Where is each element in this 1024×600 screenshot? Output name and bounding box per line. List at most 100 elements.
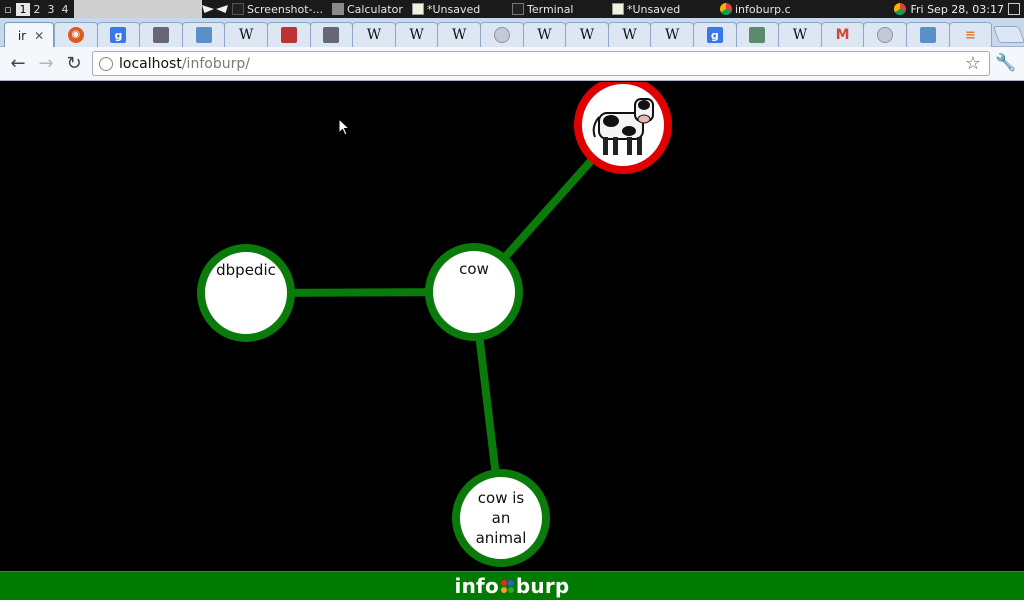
image-icon <box>195 27 212 43</box>
text-editor-icon <box>412 3 424 15</box>
tab-title: ir <box>17 28 27 43</box>
screenshot-icon <box>232 3 244 15</box>
back-arrow-icon[interactable]: ← <box>4 50 32 78</box>
google-icon: g <box>110 27 127 43</box>
browser-tab[interactable]: W <box>437 22 481 47</box>
workspace-2[interactable]: 2 <box>30 3 44 16</box>
chrome-icon <box>720 3 732 15</box>
node-label-cow_is_an_animal: cow is an animal <box>456 488 546 548</box>
taskbar-window-terminal[interactable]: Terminal <box>508 0 608 18</box>
logo-dots-icon <box>500 579 514 593</box>
infoburp-logo: info burp <box>455 574 570 598</box>
wikipedia-icon: W <box>366 27 382 43</box>
wikipedia-icon: W <box>409 27 424 43</box>
reload-icon[interactable]: ↻ <box>60 50 88 78</box>
browser-tab[interactable] <box>735 22 780 47</box>
mouse-cursor-icon <box>338 118 351 136</box>
panel-clock[interactable]: Fri Sep 28, 03:17 <box>894 3 1024 16</box>
infoburp-footer: info burp <box>0 571 1024 600</box>
browser-tab[interactable]: W <box>607 22 652 47</box>
browser-tab[interactable] <box>139 22 183 47</box>
taskbar-window-calculator[interactable]: Calculator <box>328 0 408 18</box>
taskbar-window-label: Calculator <box>347 2 403 16</box>
bookmark-star-icon[interactable]: ☆ <box>965 53 981 74</box>
workspace-4[interactable]: 4 <box>58 3 72 16</box>
browser-tab-strip: ir ✕ ◉ g W W W W W W W Wg W M ≡ <box>0 18 1024 48</box>
fullscreen-icon[interactable] <box>1008 3 1020 15</box>
node-label-cow: cow <box>429 259 519 279</box>
os-top-panel: ▫ 1 2 3 4 Screenshot-... Calculator *Uns… <box>0 0 1024 18</box>
calculator-icon <box>332 3 344 15</box>
chat-icon <box>919 27 936 43</box>
browser-tab[interactable]: g <box>693 22 737 47</box>
chrome-icon <box>894 3 907 15</box>
browser-tab[interactable]: W <box>522 22 567 47</box>
browser-tab[interactable]: W <box>565 22 609 47</box>
browser-tab[interactable]: ◉ <box>54 22 98 47</box>
node-label-line: cow is <box>477 489 525 507</box>
browser-tab[interactable]: M <box>820 22 865 47</box>
document-icon <box>323 27 340 43</box>
forward-arrow-icon[interactable]: → <box>32 50 60 78</box>
window-decoration-icon <box>202 3 228 15</box>
ubuntu-icon: ◉ <box>67 27 84 43</box>
browser-tab[interactable] <box>181 22 226 47</box>
wikipedia-icon: W <box>451 27 467 43</box>
taskbar-window-label: *Unsaved <box>627 2 681 16</box>
workspace-pager-thumbnail[interactable] <box>74 0 202 18</box>
browser-tab[interactable]: W <box>778 22 822 47</box>
browser-toolbar: ← → ↻ localhost/infoburp/ ☆ 🔧 <box>0 47 1024 81</box>
workspace-3[interactable]: 3 <box>44 3 58 16</box>
node-label-line: dbpedic <box>216 261 276 279</box>
browser-tab[interactable] <box>309 22 354 47</box>
taskbar-window-label: infoburp.c <box>735 2 791 16</box>
browser-tab[interactable] <box>267 22 311 47</box>
taskbar-window-chrome[interactable]: infoburp.c <box>716 0 824 18</box>
browser-tab[interactable] <box>863 22 907 47</box>
slides-icon <box>280 27 297 43</box>
taskbar-window-unsaved-1[interactable]: *Unsaved <box>408 0 508 18</box>
node-label-line: animal <box>475 529 527 547</box>
taskbar-window-label: Screenshot-... <box>247 2 324 16</box>
node-label-line: cow <box>459 260 489 278</box>
wrench-menu-icon[interactable]: 🔧 <box>995 53 1016 73</box>
browser-tab[interactable]: W <box>224 22 268 47</box>
document-icon <box>152 27 169 43</box>
page-info-icon[interactable] <box>99 56 113 71</box>
wikipedia-icon: W <box>238 27 254 43</box>
terminal-icon <box>512 3 524 15</box>
browser-tab[interactable]: W <box>650 22 694 47</box>
taskbar-window-unsaved-2[interactable]: *Unsaved <box>608 0 716 18</box>
wikipedia-icon: W <box>579 27 595 43</box>
graph-node-cow_image[interactable] <box>574 82 672 174</box>
gmail-icon: M <box>835 27 850 43</box>
node-label-line: an <box>491 509 511 527</box>
stackoverflow-icon: ≡ <box>964 27 976 43</box>
wikipedia-icon: W <box>792 27 808 43</box>
taskbar-window-screenshot[interactable]: Screenshot-... <box>228 0 328 18</box>
address-host: localhost <box>119 55 182 72</box>
browser-tab[interactable]: ≡ <box>948 22 993 47</box>
wikipedia-icon: W <box>664 27 680 43</box>
logo-text-info: info <box>454 574 499 598</box>
logo-text-burp: burp <box>515 574 570 598</box>
browser-tab[interactable]: W <box>394 22 439 47</box>
text-editor-icon <box>612 3 624 15</box>
address-bar[interactable]: localhost/infoburp/ ☆ <box>92 51 990 76</box>
wikipedia-icon: W <box>537 27 552 43</box>
taskbar-window-label: *Unsaved <box>427 2 481 16</box>
browser-tab[interactable] <box>480 22 524 47</box>
workspace-1[interactable]: 1 <box>16 2 30 16</box>
infoburp-page: dbpedic cow cow is an animal info burp <box>0 82 1024 600</box>
close-icon[interactable]: ✕ <box>34 29 44 43</box>
browser-tab[interactable]: W <box>352 22 396 47</box>
browser-tab[interactable]: g <box>96 22 141 47</box>
workspace-menu-icon[interactable]: ▫ <box>0 3 16 16</box>
tab-active[interactable]: ir ✕ <box>4 22 54 48</box>
browser-tab[interactable] <box>906 22 950 47</box>
taskbar-window-label: Terminal <box>527 2 574 16</box>
new-tab-button[interactable] <box>992 26 1024 43</box>
node-label-dbpedia: dbpedic <box>201 260 291 280</box>
globe-icon <box>493 27 510 43</box>
google-icon: g <box>706 27 723 43</box>
